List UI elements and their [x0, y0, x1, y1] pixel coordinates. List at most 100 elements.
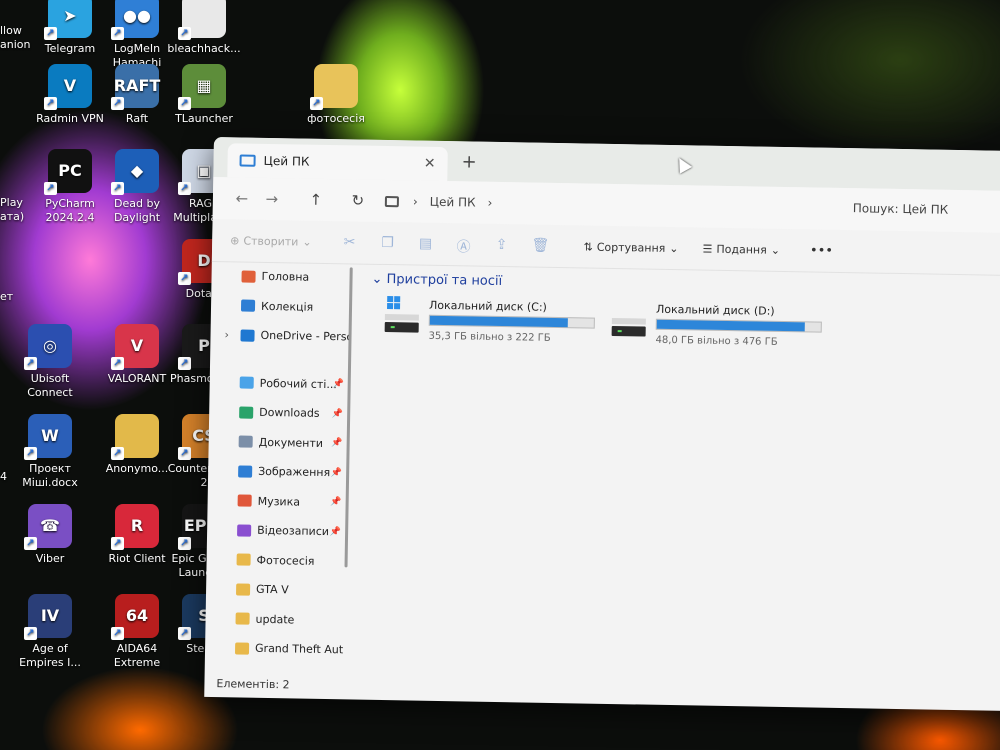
- desktop-icon-20[interactable]: IV ↗ Age of Empires I...: [10, 594, 90, 670]
- folder-icon: [236, 553, 251, 566]
- create-button[interactable]: ⊕ Створити ⌄: [230, 234, 312, 248]
- delete-icon[interactable]: 🗑: [531, 238, 549, 254]
- drive-usage-bar: [428, 314, 595, 329]
- back-button[interactable]: ←: [227, 189, 257, 208]
- app-glyph: D: [197, 251, 211, 270]
- shortcut-arrow-icon: ↗: [24, 627, 37, 640]
- sidebar-item[interactable]: Фотосесія: [206, 544, 344, 576]
- app-icon: ▦ ↗: [178, 64, 226, 110]
- shortcut-arrow-icon: ↗: [44, 97, 57, 110]
- chevron-down-icon: ⌄: [669, 241, 679, 255]
- cut-icon[interactable]: ✂: [341, 234, 357, 250]
- desktop-icon-label: bleachhack...: [167, 42, 241, 55]
- forward-button[interactable]: →: [257, 190, 287, 209]
- chevron-down-icon: ⌄: [770, 243, 781, 257]
- windows-logo-icon: [387, 296, 401, 310]
- sidebar-item[interactable]: Колекція: [211, 290, 349, 322]
- breadcrumb-item[interactable]: Цей ПК: [430, 195, 476, 210]
- search-input[interactable]: Пошук: Цей ПК: [853, 201, 949, 217]
- video-icon: [237, 524, 252, 537]
- refresh-button[interactable]: ↻: [343, 191, 373, 210]
- copy-icon[interactable]: ❐: [379, 235, 395, 251]
- drive-free-space: 35,3 ГБ вільно з 222 ГБ: [428, 330, 551, 344]
- sidebar-item-label: Зображення: [258, 465, 331, 480]
- drive-tile[interactable]: Локальний диск (C:) 35,3 ГБ вільно з 222 …: [384, 296, 595, 350]
- shortcut-arrow-icon: ↗: [24, 447, 37, 460]
- tab-this-pc[interactable]: Цей ПК ✕: [227, 143, 448, 182]
- shortcut-arrow-icon: ↗: [178, 272, 191, 285]
- navigation-pane: Головна Колекція › OneDrive - Perso Робочий …: [205, 261, 350, 683]
- section-header[interactable]: ⌄ Пристрої та носії: [371, 272, 1000, 298]
- rename-icon[interactable]: Ⓐ: [455, 236, 471, 255]
- partial-desktop-label: ата): [0, 210, 25, 223]
- desktop-icon-11[interactable]: ◎ ↗ Ubisoft Connect: [10, 324, 90, 400]
- desktop-icon-23[interactable]: ↗ фотосесія: [296, 64, 376, 126]
- partial-desktop-label: llow: [0, 24, 22, 37]
- app-icon: V ↗: [44, 64, 92, 110]
- app-glyph: P: [198, 336, 210, 355]
- monitor-icon: [384, 195, 400, 207]
- desktop-icon-6[interactable]: ▦ ↗ TLauncher: [164, 64, 244, 126]
- shortcut-arrow-icon: ↗: [178, 97, 191, 110]
- breadcrumb[interactable]: › Цей ПК ›: [384, 194, 492, 210]
- shortcut-arrow-icon: ↗: [24, 537, 37, 550]
- sidebar-item[interactable]: Downloads 📌: [209, 397, 347, 429]
- shortcut-arrow-icon: ↗: [111, 182, 124, 195]
- desktop-icon-14[interactable]: W ↗ Проект Міші.docx: [10, 414, 90, 490]
- desktop-icon-3[interactable]: ↗ bleachhack...: [164, 0, 244, 56]
- drive-free-space: 48,0 ГБ вільно з 476 ГБ: [655, 334, 778, 348]
- expand-chevron-icon[interactable]: ›: [224, 328, 229, 341]
- sidebar-item[interactable]: Відеозаписи 📌: [207, 515, 345, 547]
- app-icon: ➤ ↗: [44, 0, 92, 40]
- new-tab-button[interactable]: +: [461, 151, 476, 172]
- download-icon: [239, 406, 254, 419]
- desktop-icon-label: Age of Empires I...: [19, 642, 81, 669]
- sidebar-item-label: Downloads: [259, 406, 320, 421]
- app-glyph: ◎: [43, 336, 57, 355]
- share-icon[interactable]: ⇪: [493, 237, 509, 253]
- folder-icon: [234, 642, 250, 655]
- sort-button[interactable]: ⇅ Сортування ⌄: [583, 240, 678, 255]
- sidebar-item[interactable]: update: [205, 603, 343, 635]
- sidebar-item[interactable]: Музика 📌: [207, 485, 345, 517]
- sidebar-item[interactable]: Документи 📌: [208, 426, 346, 458]
- sidebar-item-label: update: [255, 612, 295, 627]
- app-icon: ☎ ↗: [24, 504, 72, 550]
- sidebar-item-label: Документи: [258, 435, 324, 450]
- app-glyph: ☎: [40, 516, 60, 535]
- sidebar-item[interactable]: Головна: [211, 261, 349, 293]
- desktop-icon-label: Ubisoft Connect: [27, 372, 73, 399]
- app-icon: ↗: [310, 64, 358, 110]
- sidebar-item[interactable]: Робочий сті... 📌: [209, 367, 347, 399]
- mouse-cursor-icon: [673, 154, 693, 174]
- sidebar-item: [210, 349, 348, 369]
- pin-icon: 📌: [331, 408, 344, 420]
- drive-tile[interactable]: Локальний диск (D:) 48,0 ГБ вільно з 476 …: [611, 303, 822, 354]
- desktop-icon-17[interactable]: ☎ ↗ Viber: [10, 504, 90, 566]
- sidebar-item[interactable]: › OneDrive - Perso: [210, 320, 348, 352]
- file-explorer-window: Цей ПК ✕ + ← → ↑ ↻ › Цей ПК › Пошук: Цей…: [204, 137, 1000, 711]
- sidebar-item[interactable]: GTA V: [206, 574, 344, 606]
- partial-desktop-label: 4: [0, 470, 7, 483]
- sidebar-item-label: Музика: [257, 494, 301, 509]
- content-pane: ⌄ Пристрої та носії Локальний диск (C:) 3…: [354, 264, 1000, 695]
- sidebar-item-label: Фотосесія: [256, 553, 315, 568]
- section-title: Пристрої та носії: [386, 272, 503, 290]
- more-options-button[interactable]: •••: [810, 243, 833, 258]
- close-tab-icon[interactable]: ✕: [424, 156, 436, 172]
- up-button[interactable]: ↑: [301, 191, 331, 210]
- shortcut-arrow-icon: ↗: [310, 97, 323, 110]
- shortcut-arrow-icon: ↗: [178, 447, 191, 460]
- app-icon: RAFT ↗: [111, 64, 160, 110]
- sidebar-item-label: Головна: [261, 270, 310, 284]
- pictures-icon: [238, 465, 253, 478]
- shortcut-arrow-icon: ↗: [44, 182, 57, 195]
- sidebar-item[interactable]: Зображення 📌: [208, 456, 346, 488]
- view-icon: ☰: [702, 242, 713, 256]
- pin-icon: 📌: [331, 438, 343, 449]
- sidebar-item-label: Робочий сті...: [259, 376, 337, 391]
- shortcut-arrow-icon: ↗: [178, 357, 191, 370]
- sidebar-item[interactable]: Grand Theft Aut: [205, 633, 343, 665]
- view-button[interactable]: ☰ Подання ⌄: [702, 242, 780, 256]
- paste-icon[interactable]: ▤: [417, 236, 433, 252]
